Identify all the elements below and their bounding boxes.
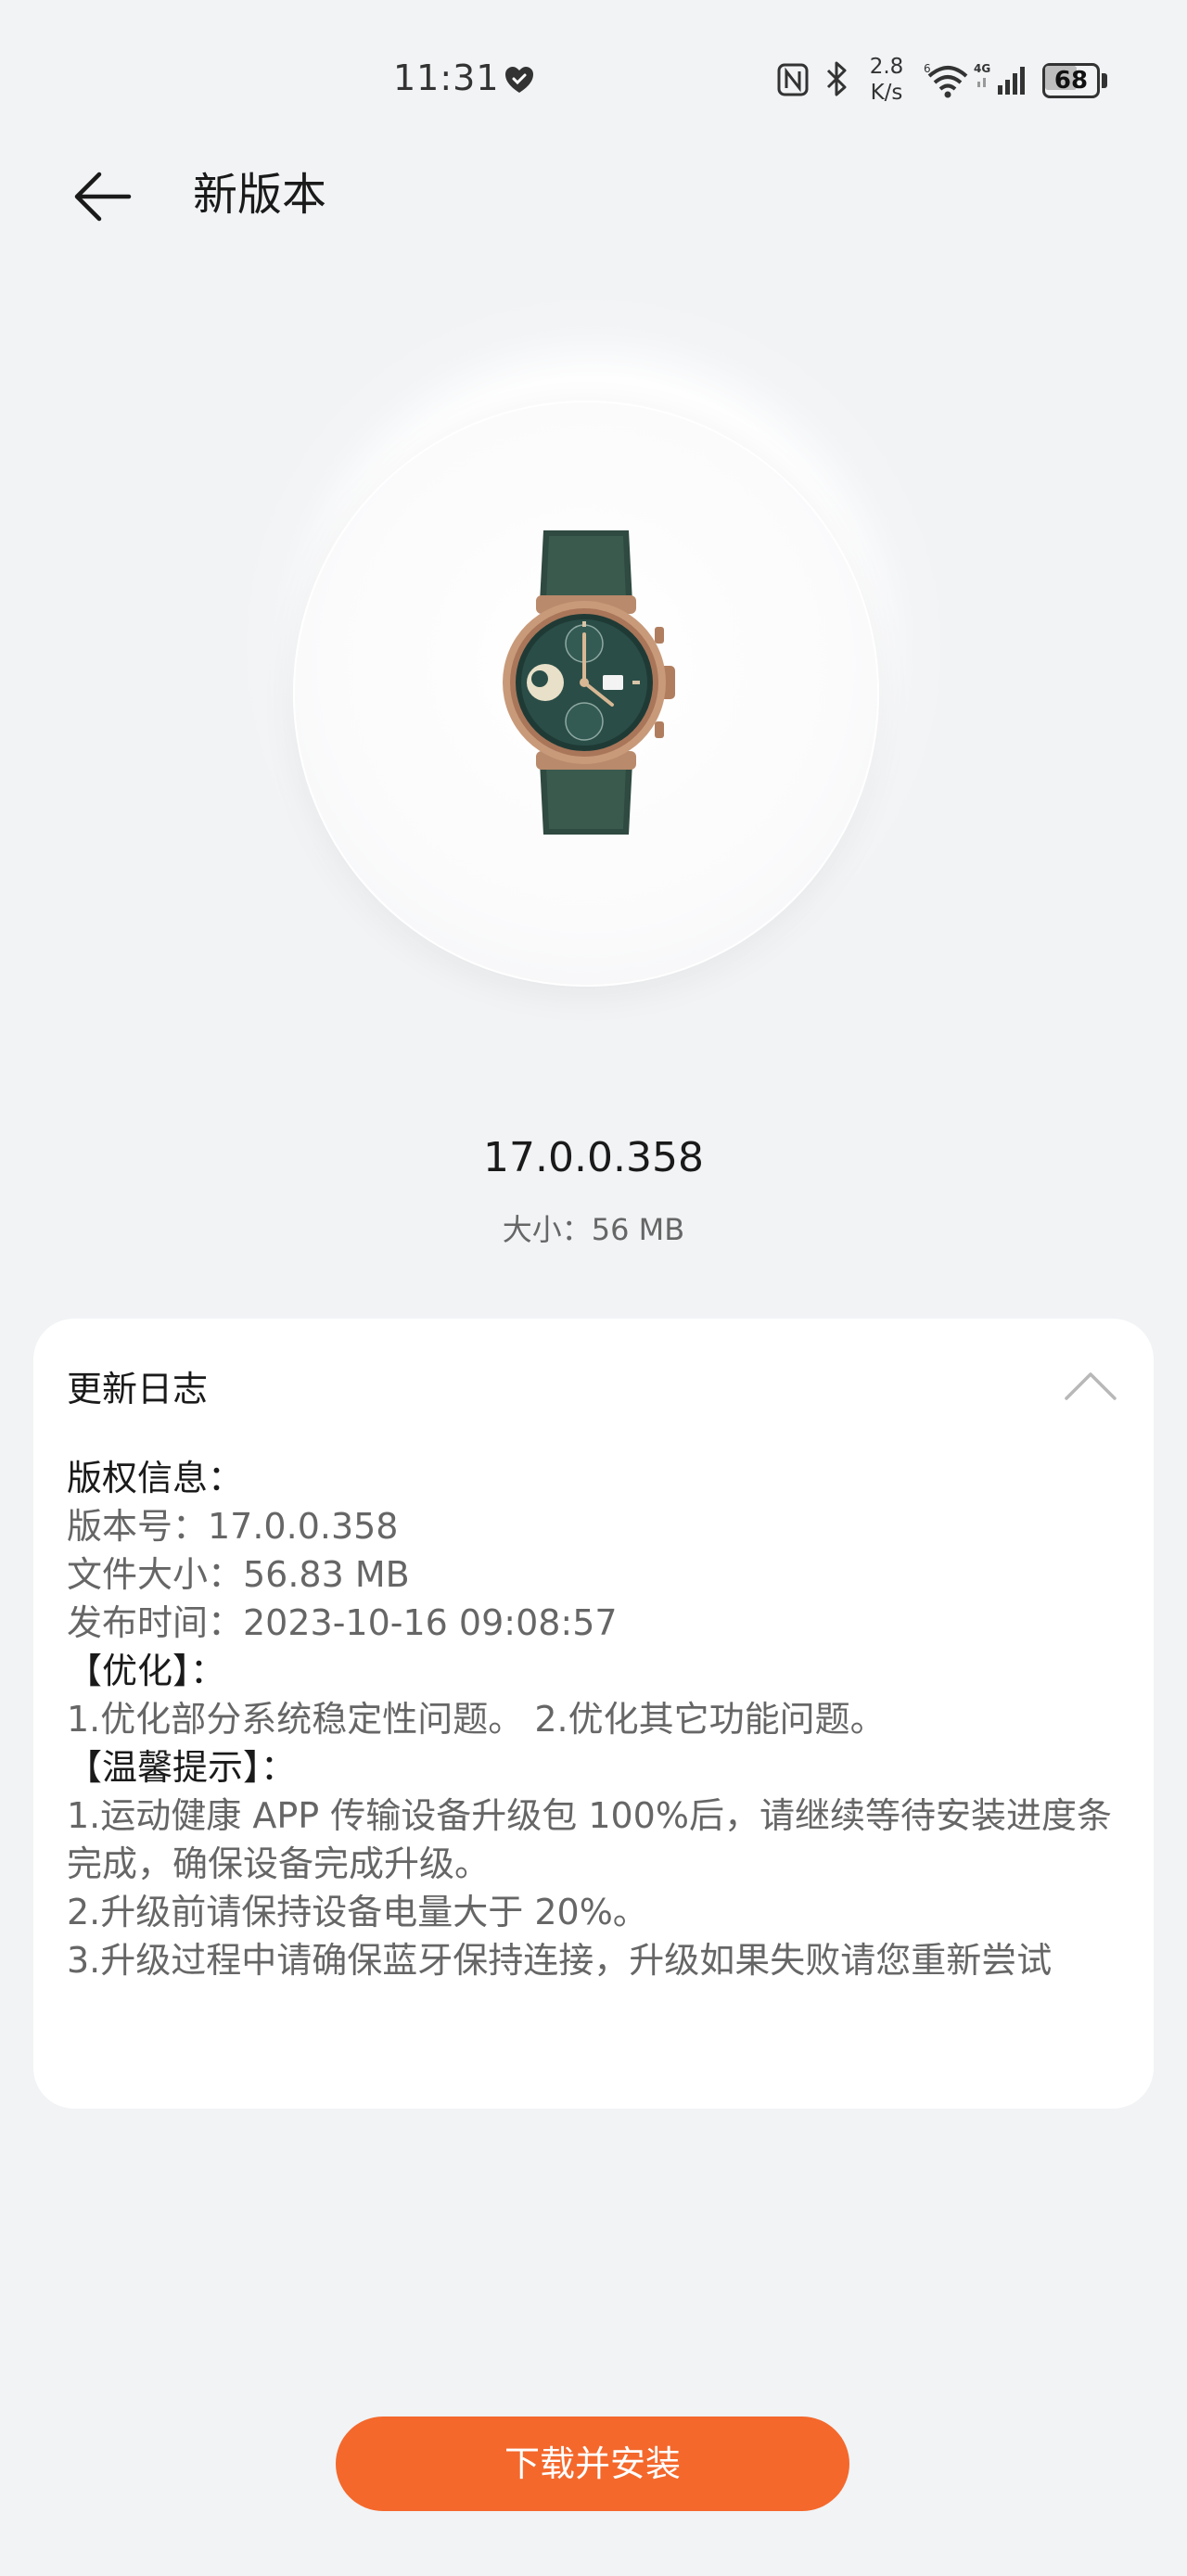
changelog-line: 1.优化部分系统稳定性问题。 2.优化其它功能问题。: [67, 1699, 886, 1740]
changelog-line: 1.运动健康 APP 传输设备升级包 100%后，请继续等待安装进度条: [67, 1795, 1112, 1836]
download-install-button[interactable]: 下载并安装: [336, 2417, 849, 2511]
nfc-icon: [777, 63, 809, 96]
changelog-line: 版本号：17.0.0.358: [67, 1506, 399, 1547]
changelog-body: 版权信息： 版本号：17.0.0.358 文件大小：56.83 MB 发布时间：…: [67, 1454, 1124, 1984]
cellular-signal-icon: 4G: [974, 62, 1025, 95]
battery-indicator: 68: [1042, 63, 1107, 98]
battery-level: 68: [1053, 67, 1089, 95]
wifi-icon: 6: [924, 62, 968, 98]
changelog-line: 发布时间：2023-10-16 09:08:57: [67, 1602, 618, 1643]
wifi-badge: 6: [924, 62, 931, 75]
changelog-line: 文件大小：56.83 MB: [67, 1554, 410, 1595]
version-number: 17.0.0.358: [483, 1134, 704, 1181]
collapse-button[interactable]: [1057, 1354, 1124, 1421]
package-size: 大小：56 MB: [502, 1212, 685, 1247]
page-title: 新版本: [193, 169, 327, 221]
changelog-line: 版权信息：: [67, 1458, 244, 1498]
changelog-line: 【优化】：: [67, 1651, 226, 1691]
network-type: 4G: [974, 62, 990, 75]
changelog-card: 更新日志 版权信息： 版本号：17.0.0.358 文件大小：56.83 MB …: [33, 1319, 1154, 2109]
arrow-left-icon: [74, 172, 132, 222]
changelog-line: 完成，确保设备完成升级。: [67, 1843, 491, 1884]
status-bar: 11:31 2.8 K/s 6 4G 68: [0, 0, 1187, 158]
network-speed-value: 2.8: [869, 55, 904, 79]
chevron-up-icon: [1065, 1372, 1117, 1400]
back-button[interactable]: [65, 159, 139, 234]
status-time: 11:31: [393, 57, 500, 98]
network-speed: 2.8 K/s: [862, 54, 911, 106]
heart-shield-icon: [505, 67, 533, 93]
bluetooth-icon: [826, 61, 847, 96]
smartwatch-image: [503, 530, 675, 835]
changelog-title: 更新日志: [67, 1369, 209, 1409]
update-screen: 11:31 2.8 K/s 6 4G 68 新版本 17.0.0.358 大小：…: [0, 0, 1187, 2576]
changelog-line: 【温馨提示】：: [67, 1747, 297, 1788]
changelog-line: 3.升级过程中请确保蓝牙保持连接，升级如果失败请您重新尝试: [67, 1940, 1053, 1981]
network-speed-unit: K/s: [870, 81, 903, 105]
changelog-line: 2.升级前请保持设备电量大于 20%。: [67, 1892, 648, 1932]
